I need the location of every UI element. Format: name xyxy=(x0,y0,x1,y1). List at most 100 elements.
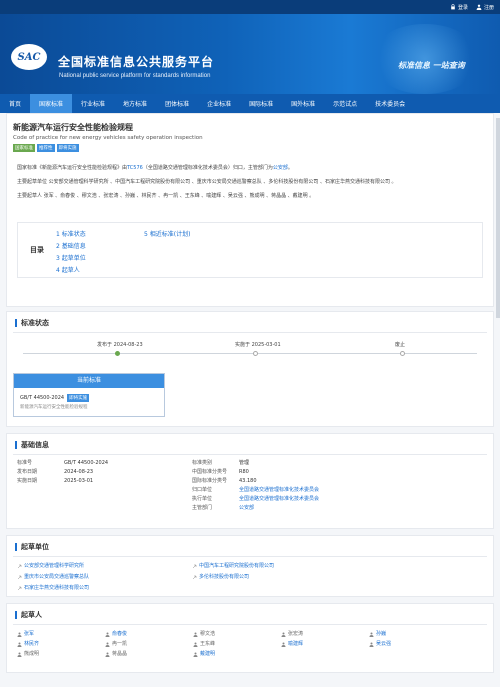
toc-item-basic[interactable]: 2 基础信息 xyxy=(56,241,144,253)
desc-line-1: 国家标准《新能源汽车运行安全性能检验规程》由TC576（全国道路交通管理标准化技… xyxy=(17,165,293,171)
unit-link[interactable]: 重庆市公安局交通巡警察总队 xyxy=(17,572,192,583)
unit-link[interactable]: 公安部交通管理科学研究所 xyxy=(17,561,192,572)
toc-label: 目录 xyxy=(30,246,44,254)
person-icon xyxy=(105,652,110,657)
unit-link[interactable]: 石家庄华燕交通科技有限公司 xyxy=(17,583,192,594)
drafter-link[interactable]: 王东峰 xyxy=(193,639,281,649)
person-icon xyxy=(17,652,22,657)
current-standard-desc: 新能源汽车运行安全性能检验规程 xyxy=(20,405,88,410)
person-icon xyxy=(369,642,374,647)
current-standard-code: GB/T 44500-2024 xyxy=(20,395,65,401)
drafter-link[interactable]: 吴云强 xyxy=(369,639,457,649)
committee-link[interactable]: 全国道路交通管理标准化技术委员会 xyxy=(239,486,319,495)
section-title-status: 标准状态 xyxy=(21,319,49,327)
user-icon xyxy=(476,4,482,10)
standard-card: 新能源汽车运行安全性能检验规程 Code of practice for new… xyxy=(6,113,494,307)
unit-link[interactable]: 多伦科技股份有限公司 xyxy=(192,572,367,583)
nav-home[interactable]: 首页 xyxy=(0,94,30,113)
link-icon xyxy=(17,564,22,569)
toc-item-status[interactable]: 1 标准状态 xyxy=(56,229,144,241)
sac-logo[interactable]: SAC xyxy=(11,44,47,70)
toc-item-units[interactable]: 3 起草单位 xyxy=(56,253,144,265)
drafter-link[interactable]: 冉一凯 xyxy=(105,639,193,649)
page-scrollbar[interactable] xyxy=(496,118,500,318)
divider xyxy=(13,332,487,333)
top-bar: 登录 注册 xyxy=(0,0,500,14)
standard-title: 新能源汽车运行安全性能检验规程 xyxy=(13,123,133,132)
nav-industry[interactable]: 行业标准 xyxy=(72,94,114,113)
person-icon xyxy=(281,642,286,647)
committee-link[interactable]: 全国道路交通管理标准化技术委员会 xyxy=(239,495,319,504)
info-row: 标准类别 管理 xyxy=(192,460,250,466)
badge-recommended: 推荐性 xyxy=(37,144,55,152)
nav-national[interactable]: 国家标准 xyxy=(30,94,73,113)
nav-group[interactable]: 团体标准 xyxy=(156,94,198,113)
drafter-link[interactable]: 熊成明 xyxy=(17,649,105,659)
site-slogan: 标准信息 一站查询 xyxy=(398,60,465,70)
site-subtitle: National public service platform for sta… xyxy=(59,73,211,79)
drafting-units-section: 起草单位 公安部交通管理科学研究所 中国汽车工程研究院股份有限公司 重庆市公安局… xyxy=(6,535,494,597)
tc-link[interactable]: TC576 xyxy=(127,165,143,171)
link-icon xyxy=(192,575,197,580)
toc-item-drafters[interactable]: 4 起草人 xyxy=(56,265,144,277)
person-icon xyxy=(193,632,198,637)
person-icon xyxy=(193,652,198,657)
info-row: 主管部门 公安部 xyxy=(192,504,255,513)
banner-glow xyxy=(370,24,480,94)
toc-item-related[interactable]: 5 相近标准(计划) xyxy=(144,229,232,241)
publish-date: 发布于 2024-08-23 xyxy=(97,342,143,348)
lock-icon xyxy=(451,4,455,10)
standard-title-en: Code of practice for new energy vehicles… xyxy=(13,135,203,141)
drafter-link[interactable]: 林民齐 xyxy=(17,639,105,649)
link-icon xyxy=(17,575,22,580)
abolish-label: 废止 xyxy=(395,342,406,348)
section-marker xyxy=(15,319,17,327)
drafter-link[interactable]: 张宏涛 xyxy=(281,629,369,639)
drafter-link[interactable]: 喻建辉 xyxy=(281,639,369,649)
ministry-link[interactable]: 公安部 xyxy=(239,504,254,513)
info-row: 发布日期 2024-08-23 xyxy=(17,469,94,475)
current-standard-box[interactable]: 当前标准 GB/T 44500-2024 即将实施 新能源汽车运行安全性能检验规… xyxy=(13,373,165,417)
section-title-basic: 基础信息 xyxy=(21,441,49,449)
publish-dot xyxy=(115,351,120,356)
info-row: 归口单位 全国道路交通管理标准化技术委员会 xyxy=(192,486,320,495)
drafter-link[interactable]: 孙巍 xyxy=(369,629,457,639)
implement-dot xyxy=(253,351,258,356)
nav-international[interactable]: 国际标准 xyxy=(240,94,282,113)
nav-local[interactable]: 地方标准 xyxy=(114,94,156,113)
current-standard-header: 当前标准 xyxy=(14,374,164,388)
section-marker xyxy=(15,543,17,551)
drafter-link[interactable]: 戴建明 xyxy=(193,649,281,659)
drafter-link[interactable]: 穆文浩 xyxy=(193,629,281,639)
drafters-section: 起草人 张军 俞春俊 穆文浩 张宏涛 孙巍 林民齐 冉一凯 王东峰 喻建辉 吴云… xyxy=(6,603,494,673)
section-marker xyxy=(15,611,17,619)
site-banner: SAC 全国标准信息公共服务平台 National public service… xyxy=(0,14,500,94)
timeline-line xyxy=(23,353,477,354)
desc-line-2: 主要起草单位 公安部交通管理科学研究所 、中国汽车工程研究院股份有限公司 、重庆… xyxy=(17,179,397,185)
site-title: 全国标准信息公共服务平台 xyxy=(58,55,215,69)
drafter-link[interactable]: 蒋晶晶 xyxy=(105,649,193,659)
implement-date: 实施于 2025-03-01 xyxy=(235,342,281,348)
drafter-link[interactable]: 张军 xyxy=(17,629,105,639)
drafter-link[interactable]: 俞春俊 xyxy=(105,629,193,639)
table-of-contents: 目录 1 标准状态 2 基础信息 3 起草单位 4 起草人 5 相近标准(计划) xyxy=(17,222,483,278)
nav-enterprise[interactable]: 企业标准 xyxy=(198,94,240,113)
desc-line-3: 主要起草人 张军 、俞春俊 、穆文浩 、张宏涛 、孙巍 、林民齐 、冉一凯 、王… xyxy=(17,193,315,199)
register-link[interactable]: 注册 xyxy=(476,4,494,11)
login-link[interactable]: 登录 xyxy=(450,4,468,11)
standard-description: 国家标准《新能源汽车运行安全性能检验规程》由TC576（全国道路交通管理标准化技… xyxy=(7,164,493,200)
person-icon xyxy=(17,642,22,647)
nav-pilot[interactable]: 示范试点 xyxy=(324,94,366,113)
badge-national: 国家标准 xyxy=(13,144,35,152)
nav-committee[interactable]: 技术委员会 xyxy=(366,94,414,113)
nav-foreign[interactable]: 国外标准 xyxy=(282,94,324,113)
abolish-dot xyxy=(400,351,405,356)
section-title-units: 起草单位 xyxy=(21,543,49,551)
status-timeline: 发布于 2024-08-23 实施于 2025-03-01 废止 xyxy=(17,339,483,363)
main-nav: 首页 国家标准 行业标准 地方标准 团体标准 企业标准 国际标准 国外标准 示范… xyxy=(0,94,500,113)
unit-link[interactable]: 中国汽车工程研究院股份有限公司 xyxy=(192,561,367,572)
ministry-link[interactable]: 公安部 xyxy=(273,165,288,171)
person-icon xyxy=(369,632,374,637)
info-row: 实施日期 2025-03-01 xyxy=(17,478,94,484)
person-icon xyxy=(105,632,110,637)
